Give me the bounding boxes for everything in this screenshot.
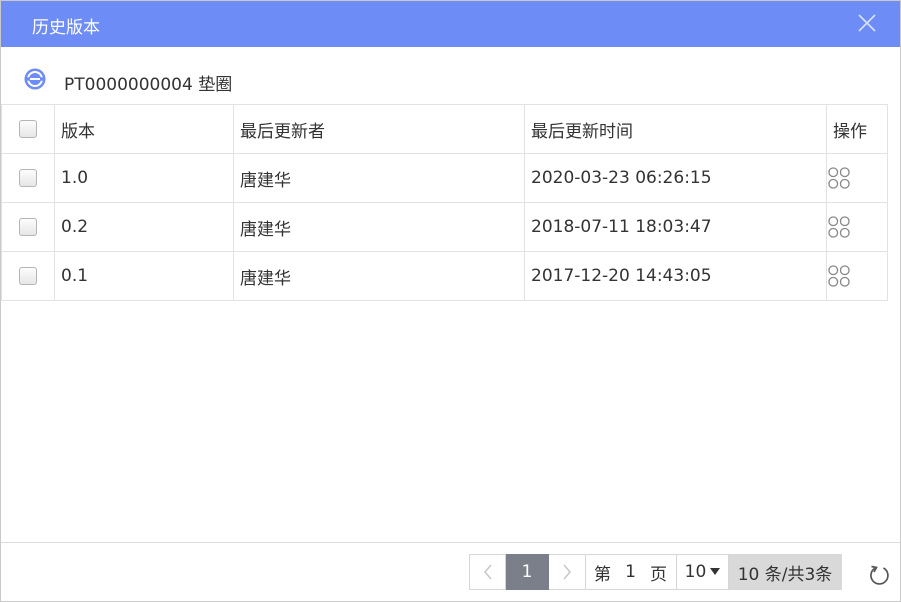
actions-cell [826, 251, 888, 301]
column-header-actions: 操作 [826, 104, 888, 154]
history-versions-dialog: 历史版本 PT0000000004 垫圈 版本 最后更新者 最后更新时间 操作 [0, 0, 901, 602]
actions-cell [826, 153, 888, 203]
version-cell: 0.2 [54, 202, 234, 252]
row-checkbox[interactable] [19, 218, 37, 236]
footer-divider [1, 542, 900, 543]
table-row[interactable]: 0.1 唐建华 2017-12-20 14:43:05 [1, 251, 888, 301]
pagination: 1 第 1 页 10 10 条/共3条 [469, 554, 842, 590]
current-page-button[interactable]: 1 [506, 554, 549, 590]
version-cell: 0.1 [54, 251, 234, 301]
next-page-button[interactable] [549, 554, 586, 590]
page-jump-input[interactable]: 1 [625, 562, 636, 582]
row-checkbox[interactable] [19, 169, 37, 187]
operations-grid-icon[interactable] [827, 166, 851, 190]
column-header-updater[interactable]: 最后更新者 [233, 104, 525, 154]
updated-at-cell: 2018-07-11 18:03:47 [524, 202, 827, 252]
actions-cell [826, 202, 888, 252]
scrollbar-gutter [887, 104, 888, 154]
table-row[interactable]: 0.2 唐建华 2018-07-11 18:03:47 [1, 202, 888, 252]
close-icon[interactable] [856, 12, 878, 34]
page-jump: 第 1 页 [586, 554, 677, 590]
chevron-right-icon [563, 564, 572, 580]
dropdown-arrow-icon [710, 568, 721, 575]
page-jump-prefix: 第 [594, 564, 611, 585]
operations-grid-icon[interactable] [827, 264, 851, 288]
updated-at-cell: 2017-12-20 14:43:05 [524, 251, 827, 301]
table-row[interactable]: 1.0 唐建华 2020-03-23 06:26:15 [1, 153, 888, 203]
page-summary: 10 条/共3条 [729, 554, 842, 590]
updater-cell: 唐建华 [233, 251, 525, 301]
row-select-cell [1, 251, 55, 301]
column-header-updated-at[interactable]: 最后更新时间 [524, 104, 827, 154]
item-type-icon [24, 68, 46, 90]
row-select-cell [1, 153, 55, 203]
version-cell: 1.0 [54, 153, 234, 203]
dialog-header: 历史版本 [1, 1, 900, 47]
refresh-icon[interactable] [867, 563, 891, 587]
page-jump-suffix: 页 [649, 564, 667, 585]
page-size-select[interactable]: 10 [677, 554, 729, 590]
updater-cell: 唐建华 [233, 202, 525, 252]
row-checkbox[interactable] [19, 267, 37, 285]
table-header-row: 版本 最后更新者 最后更新时间 操作 [1, 104, 888, 154]
prev-page-button[interactable] [469, 554, 506, 590]
operations-grid-icon[interactable] [827, 215, 851, 239]
chevron-left-icon [483, 564, 492, 580]
row-select-cell [1, 202, 55, 252]
item-title: PT0000000004 垫圈 [64, 75, 233, 95]
select-all-cell [1, 104, 55, 154]
item-summary: PT0000000004 垫圈 [1, 48, 900, 104]
column-header-version[interactable]: 版本 [54, 104, 234, 154]
dialog-title: 历史版本 [32, 18, 100, 38]
select-all-checkbox[interactable] [19, 120, 37, 138]
page-size-value: 10 [684, 562, 707, 582]
updater-cell: 唐建华 [233, 153, 525, 203]
updated-at-cell: 2020-03-23 06:26:15 [524, 153, 827, 203]
versions-table: 版本 最后更新者 最后更新时间 操作 1.0 唐建华 2020-03-23 06… [1, 104, 888, 301]
